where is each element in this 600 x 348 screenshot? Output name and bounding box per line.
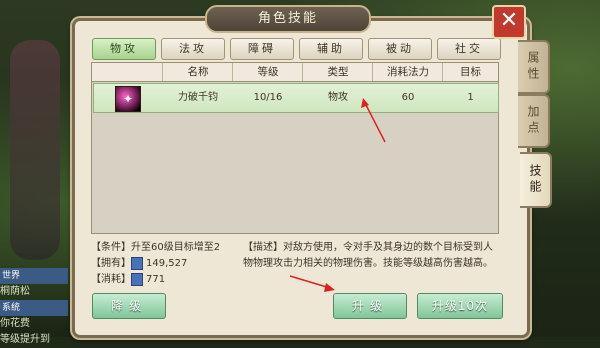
background-character xyxy=(10,40,60,260)
chat-tag-system: 系统 xyxy=(0,300,68,316)
cost-value: 771 xyxy=(146,274,166,285)
side-tab-skills[interactable]: 技能 xyxy=(520,152,552,208)
header-target: 目标 xyxy=(442,63,498,81)
filter-tab-social[interactable]: 社交 xyxy=(437,38,501,60)
chat-text-world: 桐荫松 xyxy=(0,286,30,297)
cell-level: 10/16 xyxy=(253,92,283,103)
skill-info: 【条件】升至60级目标增至2 【拥有】 149,527 【消耗】 771 xyxy=(91,240,220,288)
chat-line-3: 等级提升到 xyxy=(0,334,50,345)
skill-book-icon xyxy=(131,256,143,270)
side-tab-points[interactable]: 加点 xyxy=(518,94,550,148)
chat-line-world: 世界 桐荫松 xyxy=(0,268,70,300)
cost-label: 【消耗】 xyxy=(91,274,131,285)
owned-value: 149,527 xyxy=(146,258,188,269)
cell-name: 力破千钧 xyxy=(178,92,218,103)
owned-label: 【拥有】 xyxy=(91,258,131,269)
cell-type: 物攻 xyxy=(328,92,348,103)
cell-mana: 60 xyxy=(401,92,415,103)
chat-tag-world: 世界 xyxy=(0,268,68,284)
skill-icon: ✦ xyxy=(115,86,141,112)
upgrade-button[interactable]: 升级 xyxy=(333,293,407,319)
close-button[interactable]: ✕ xyxy=(492,5,526,39)
condition-text: 【条件】升至60级目标增至2 xyxy=(91,242,221,253)
table-row[interactable]: ✦ 力破千钧 10/16 物攻 60 1 xyxy=(93,83,499,113)
filter-tab-support[interactable]: 辅助 xyxy=(299,38,363,60)
skill-table: 名称 等级 类型 消耗法力 目标 ✦ 力破千钧 10/16 物攻 60 1 xyxy=(91,62,499,234)
header-type: 类型 xyxy=(302,63,373,81)
filter-tab-magic[interactable]: 法攻 xyxy=(161,38,225,60)
chat-text-system: 你花费 xyxy=(0,318,30,329)
skill-description: 【描述】对敌方使用，令对手及其身边的数个目标受到人物物理攻击力相关的物理伤害。技… xyxy=(243,242,493,269)
header-mana: 消耗法力 xyxy=(372,63,443,81)
filter-tab-obstacle[interactable]: 障碍 xyxy=(230,38,294,60)
header-name: 名称 xyxy=(162,63,233,81)
downgrade-button[interactable]: 降级 xyxy=(92,293,166,319)
side-tab-attributes[interactable]: 属性 xyxy=(518,40,550,94)
filter-tab-physical[interactable]: 物攻 xyxy=(92,38,156,60)
cell-target: 1 xyxy=(467,92,474,103)
skill-book-icon xyxy=(131,272,143,286)
upgrade-ten-button[interactable]: 升级10次 xyxy=(417,293,503,319)
chat-box[interactable]: 世界桐荫松 系统你花费 等级提升到 xyxy=(0,268,70,345)
panel-title: 角色技能 xyxy=(205,5,371,33)
table-header: 名称 等级 类型 消耗法力 目标 xyxy=(92,63,498,82)
owned-line: 【拥有】 149,527 xyxy=(91,256,220,272)
filter-tab-passive[interactable]: 被动 xyxy=(368,38,432,60)
header-level: 等级 xyxy=(232,63,303,81)
cost-line: 【消耗】 771 xyxy=(91,272,220,288)
chat-line-system: 系统 你花费 xyxy=(0,300,70,332)
